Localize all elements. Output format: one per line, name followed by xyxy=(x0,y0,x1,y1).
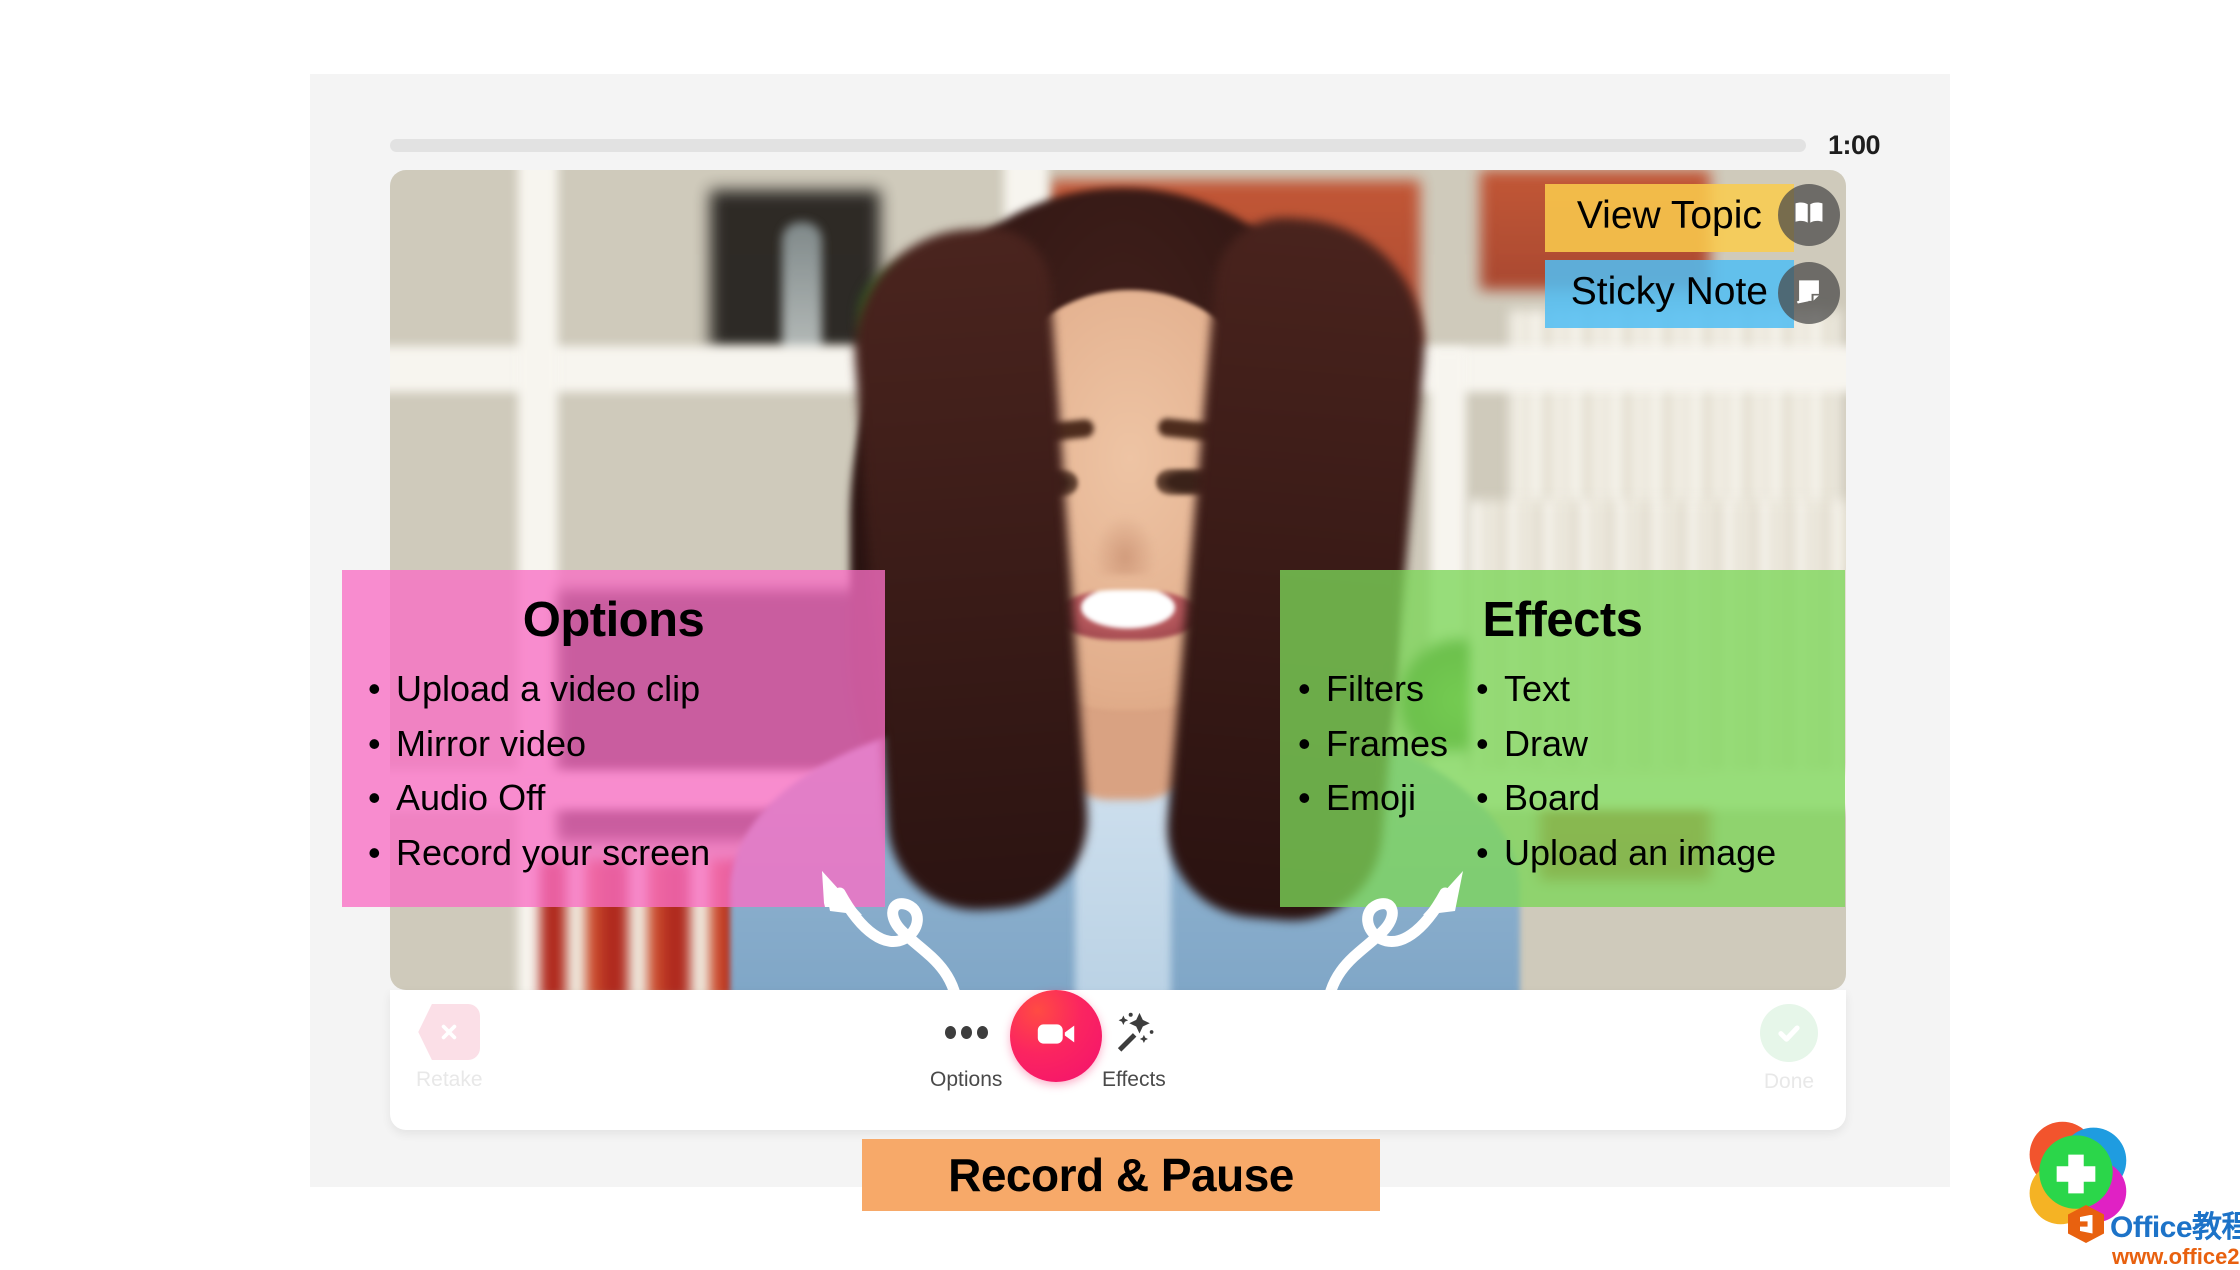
recording-progress-row: 1:00 xyxy=(390,129,1881,160)
effects-label: Effects xyxy=(1102,1068,1166,1091)
list-item: Filters xyxy=(1298,662,1448,717)
close-icon xyxy=(418,1004,481,1060)
list-item: Frames xyxy=(1298,717,1448,772)
office-logo-icon xyxy=(2068,1205,2104,1243)
annotation-caption-text: Record & Pause xyxy=(948,1149,1294,1201)
video-overlay-buttons xyxy=(1778,184,1840,324)
options-button[interactable]: Options xyxy=(930,1004,1002,1092)
annotation-effects-list-a: Filters Frames Emoji xyxy=(1298,662,1448,881)
list-item: Record your screen xyxy=(368,826,885,881)
watermark-brand: Office教程网 xyxy=(2110,1211,2240,1244)
annotation-effects-title: Effects xyxy=(1482,593,1643,647)
ellipsis-icon xyxy=(944,1004,988,1060)
list-item: Audio Off xyxy=(368,771,885,826)
done-label: Done xyxy=(1763,1070,1815,1093)
annotation-effects-box: Effects Filters Frames Emoji Text Draw B… xyxy=(1280,570,1845,907)
recording-timer: 1:00 xyxy=(1827,129,1881,160)
annotation-view-topic: View Topic xyxy=(1544,184,1794,252)
open-book-icon xyxy=(1792,196,1826,235)
watermark-url: www.office26.com xyxy=(2112,1244,2240,1269)
annotation-effects-columns: Filters Frames Emoji Text Draw Board Upl… xyxy=(1280,662,1845,881)
progress-bar[interactable] xyxy=(390,138,1806,152)
retake-button[interactable]: Retake xyxy=(416,1004,483,1092)
watermark-brand-row: Office教程网 xyxy=(2068,1202,2240,1246)
annotation-sticky-note: Sticky Note xyxy=(1544,260,1794,328)
sticky-note-icon xyxy=(1792,274,1826,313)
annotation-caption-bar: Record & Pause xyxy=(862,1139,1380,1211)
annotation-options-title: Options xyxy=(522,593,705,647)
overlay-banner-stack: View Topic Sticky Note xyxy=(1544,184,1794,328)
video-camera-icon xyxy=(1033,1011,1079,1062)
annotation-options-list: Upload a video clip Mirror video Audio O… xyxy=(342,662,885,881)
done-button[interactable]: Done xyxy=(1760,1004,1818,1094)
list-item: Mirror video xyxy=(368,717,885,772)
annotation-effects-list-b: Text Draw Board Upload an image xyxy=(1470,662,1776,881)
list-item: Board xyxy=(1476,771,1776,826)
list-item: Upload a video clip xyxy=(368,662,885,717)
annotation-options-box: Options Upload a video clip Mirror video… xyxy=(342,570,885,907)
options-label: Options xyxy=(930,1068,1003,1091)
check-icon xyxy=(1760,1004,1818,1062)
mouth xyxy=(1055,590,1201,640)
nose xyxy=(1094,515,1156,575)
list-item: Emoji xyxy=(1298,771,1448,826)
view-topic-button[interactable] xyxy=(1778,184,1840,246)
effects-button[interactable]: Effects xyxy=(1102,1004,1166,1092)
magic-wand-icon xyxy=(1112,1004,1156,1060)
list-item: Draw xyxy=(1476,717,1776,772)
recorder-toolbar: Retake Options Effects Done xyxy=(390,990,1846,1130)
retake-label: Retake xyxy=(416,1068,483,1091)
list-item: Upload an image xyxy=(1476,826,1776,881)
sticky-note-button[interactable] xyxy=(1778,262,1840,324)
list-item: Text xyxy=(1476,662,1776,717)
record-button[interactable] xyxy=(1010,990,1102,1082)
